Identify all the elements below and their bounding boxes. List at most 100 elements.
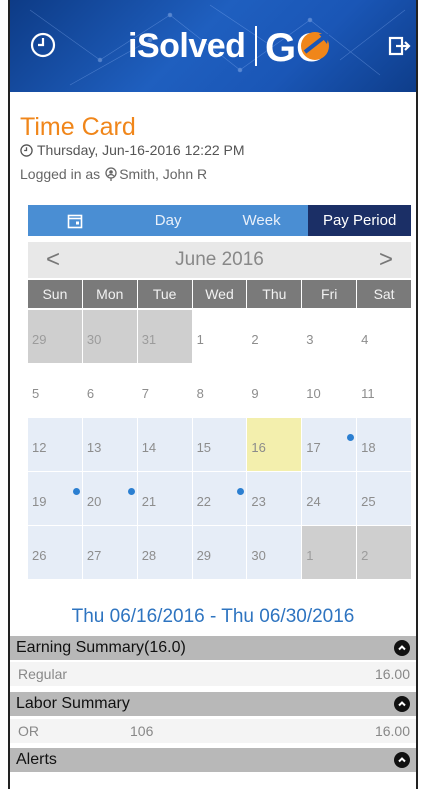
- day-number: 23: [251, 494, 266, 509]
- alerts-title: Alerts: [16, 751, 57, 768]
- day-number: 22: [196, 494, 212, 509]
- day-number: 28: [141, 548, 157, 563]
- day-number: 29: [32, 332, 47, 347]
- labor-summary-header[interactable]: Labor Summary: [10, 692, 416, 716]
- calendar-day-cell[interactable]: 22: [192, 472, 247, 525]
- calendar-day-cell[interactable]: 1: [302, 526, 357, 579]
- clock-icon[interactable]: [30, 32, 56, 58]
- calendar-day-cell[interactable]: 19: [28, 472, 82, 525]
- calendar-day-cell[interactable]: 30: [82, 310, 137, 363]
- earning-summary-title: Earning Summary(16.0): [16, 639, 186, 656]
- weekday-label: Mon: [82, 280, 137, 308]
- calendar-day-cell[interactable]: 30: [247, 526, 302, 579]
- day-number: 18: [361, 440, 376, 455]
- day-number: 13: [86, 440, 102, 455]
- right-edge: [416, 0, 418, 789]
- day-number: 7: [141, 386, 149, 401]
- prev-month-button[interactable]: <: [28, 246, 78, 274]
- calendar-day-cell[interactable]: 27: [82, 526, 137, 579]
- calendar-day-cell[interactable]: 26: [28, 526, 82, 579]
- calendar-day-cell[interactable]: 8: [192, 364, 247, 417]
- calendar-day-cell[interactable]: 2: [357, 526, 411, 579]
- calendar-day-cell[interactable]: 25: [357, 472, 411, 525]
- earning-value: 16.00: [374, 666, 410, 682]
- calendar-day-cell[interactable]: 29: [28, 310, 82, 363]
- page-title: Time Card: [20, 113, 136, 141]
- calendar-day-cell[interactable]: 23: [247, 472, 302, 525]
- punch-indicator-dot: [347, 434, 355, 441]
- day-number: 3: [306, 332, 314, 347]
- day-number: 29: [196, 548, 212, 563]
- calendar-day-cell[interactable]: 15: [192, 418, 247, 471]
- day-number: 8: [196, 386, 204, 401]
- calendar-day-cell[interactable]: 4: [357, 310, 411, 363]
- calendar-day-cell[interactable]: 12: [28, 418, 82, 471]
- day-number: 15: [196, 440, 212, 455]
- calendar-day-cell[interactable]: 11: [357, 364, 411, 417]
- user-name: Smith, John R: [119, 166, 208, 182]
- calendar-day-cell[interactable]: 20: [82, 472, 137, 525]
- calendar-day-cell[interactable]: 18: [357, 418, 411, 471]
- calendar-icon: [67, 214, 83, 228]
- day-number: 4: [361, 332, 369, 347]
- calendar-day-cell[interactable]: 14: [137, 418, 192, 471]
- labor-row: OR 106 16.00: [10, 719, 416, 743]
- calendar-grid: 29 30 31 1 2 3 4 5 6 7 8 9 10 11 12 13 14 15 16 17 18 19 20 21 2…: [28, 310, 411, 579]
- calendar-day-cell[interactable]: 6: [82, 364, 137, 417]
- earning-row: Regular 16.00: [10, 662, 416, 686]
- tab-calendar[interactable]: [28, 205, 121, 236]
- day-number: 20: [86, 494, 102, 509]
- labor-label: OR: [18, 723, 39, 739]
- day-number: 1: [306, 548, 314, 563]
- weekday-label: Fri: [302, 280, 357, 308]
- day-number: 12: [32, 440, 47, 455]
- day-number: 1: [196, 332, 204, 347]
- calendar-day-cell[interactable]: 9: [247, 364, 302, 417]
- next-month-button[interactable]: >: [361, 246, 411, 274]
- calendar-day-cell[interactable]: 13: [82, 418, 137, 471]
- tab-week[interactable]: Week: [215, 205, 308, 236]
- small-clock-icon: [20, 143, 33, 157]
- calendar-day-cell[interactable]: 21: [137, 472, 192, 525]
- view-tabs: Day Week Pay Period: [28, 205, 412, 236]
- chevron-up-icon[interactable]: [394, 752, 410, 768]
- calendar-day-cell[interactable]: 24: [302, 472, 357, 525]
- chevron-up-icon[interactable]: [394, 696, 410, 712]
- day-number: 11: [361, 386, 375, 401]
- day-number: 5: [32, 386, 40, 401]
- day-number: 25: [361, 494, 376, 509]
- calendar-day-cell[interactable]: 2: [247, 310, 302, 363]
- punch-indicator-dot: [127, 488, 135, 495]
- day-number: 17: [306, 440, 321, 455]
- calendar-day-cell[interactable]: 16: [247, 418, 302, 471]
- day-number: 30: [86, 332, 102, 347]
- labor-value: 16.00: [374, 723, 410, 739]
- app-header: iSolved GO: [10, 0, 416, 92]
- earning-summary-header[interactable]: Earning Summary(16.0): [10, 636, 416, 660]
- day-number: 21: [141, 494, 157, 509]
- alerts-header[interactable]: Alerts: [10, 748, 416, 772]
- logged-in-prefix: Logged in as: [20, 166, 101, 182]
- calendar-day-cell[interactable]: 7: [137, 364, 192, 417]
- tab-pay-period[interactable]: Pay Period: [308, 205, 412, 236]
- calendar-day-cell[interactable]: 5: [28, 364, 82, 417]
- earning-label: Regular: [18, 666, 68, 682]
- calendar-day-cell[interactable]: 10: [302, 364, 357, 417]
- logout-icon[interactable]: [388, 34, 412, 58]
- calendar-day-cell[interactable]: 17: [302, 418, 357, 471]
- day-number: 27: [86, 548, 102, 563]
- calendar-day-cell[interactable]: 31: [137, 310, 192, 363]
- calendar-day-cell[interactable]: 1: [192, 310, 247, 363]
- day-number: 30: [251, 548, 266, 563]
- day-number: 31: [141, 332, 157, 347]
- logged-in-line: Logged in as Smith, John R: [20, 166, 207, 182]
- day-number: 14: [141, 440, 157, 455]
- datetime-line: Thursday, Jun-16-2016 12:22 PM: [20, 142, 245, 158]
- isolved-go-logo: iSolved GO: [128, 22, 339, 70]
- tab-day[interactable]: Day: [121, 205, 214, 236]
- calendar-day-cell[interactable]: 29: [192, 526, 247, 579]
- month-navigator: < June 2016 >: [28, 242, 411, 278]
- calendar-day-cell[interactable]: 3: [302, 310, 357, 363]
- calendar-day-cell[interactable]: 28: [137, 526, 192, 579]
- chevron-up-icon[interactable]: [394, 640, 410, 656]
